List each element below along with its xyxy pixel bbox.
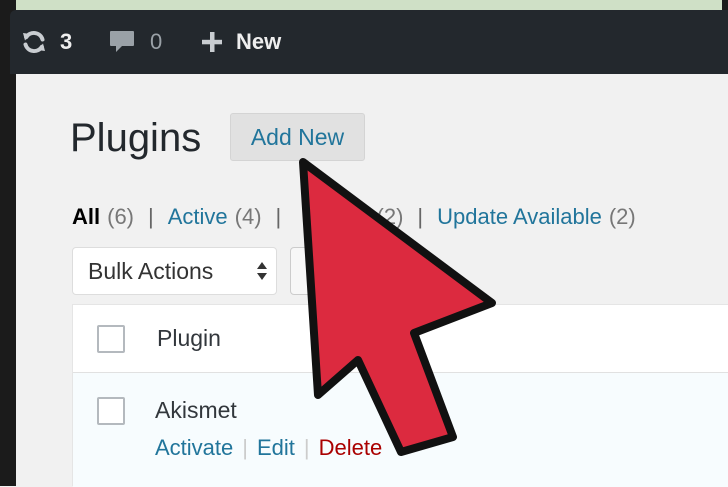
filter-active[interactable]: Active: [168, 204, 228, 230]
filter-update-available[interactable]: Update Available: [437, 204, 602, 230]
filter-separator: |: [417, 204, 424, 229]
plus-icon: [202, 32, 222, 52]
select-all-checkbox[interactable]: [97, 325, 125, 353]
new-label: New: [236, 29, 282, 54]
plugin-status-filters: All (6) | Active (4) | e (2) | Update Av…: [72, 202, 636, 232]
filter-active-count: (4): [234, 204, 262, 229]
refresh-icon: [23, 30, 45, 54]
filter-all-count: (6): [107, 204, 135, 229]
add-new-button[interactable]: Add New: [230, 113, 365, 161]
apply-button[interactable]: [290, 247, 350, 295]
comments-menu[interactable]: 0: [108, 10, 162, 74]
new-content-menu[interactable]: New: [200, 10, 281, 74]
updates-count: 3: [60, 29, 73, 54]
plugin-name: Akismet: [155, 397, 237, 423]
updates-menu[interactable]: 3: [20, 10, 72, 74]
filter-update-count: (2): [608, 204, 636, 229]
action-separator: |: [242, 435, 248, 460]
admin-toolbar: 3 0 New: [10, 10, 728, 74]
filter-separator: |: [148, 204, 154, 229]
table-row: Akismet Activate | Edit | Delete: [73, 373, 728, 487]
bulk-actions-select[interactable]: Bulk Actions: [72, 247, 277, 295]
comment-bubble-icon: [110, 31, 134, 52]
filter-inactive[interactable]: e: [357, 204, 369, 230]
edit-link[interactable]: Edit: [257, 435, 295, 461]
table-header-row: Plugin: [73, 305, 728, 373]
filter-inactive-count: (2): [376, 204, 404, 229]
row-checkbox[interactable]: [97, 397, 125, 425]
row-actions: Activate | Edit | Delete: [155, 435, 382, 461]
delete-link[interactable]: Delete: [319, 435, 383, 461]
action-separator: |: [303, 435, 310, 460]
comments-count: 0: [150, 29, 163, 54]
plugins-page: Plugins Add New All (6) | Active (4) | e…: [26, 74, 728, 487]
page-title: Plugins: [70, 116, 202, 160]
filter-separator: |: [275, 204, 282, 229]
filter-all[interactable]: All: [72, 204, 100, 230]
column-header-plugin[interactable]: Plugin: [157, 325, 221, 352]
activate-link[interactable]: Activate: [155, 435, 233, 461]
plugins-table: Plugin Akismet Activate | Edit | Delete: [72, 304, 728, 487]
bulk-actions-value: Bulk Actions: [88, 257, 214, 284]
up-down-arrows-icon: [257, 262, 267, 280]
